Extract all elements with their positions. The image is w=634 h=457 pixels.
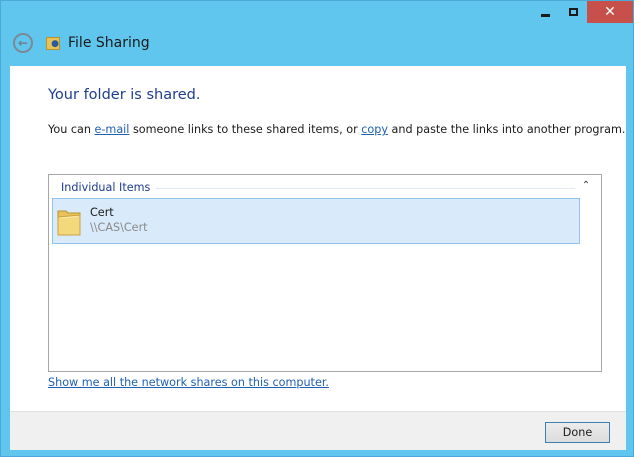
done-button[interactable]: Done: [545, 422, 610, 443]
title-bar-controls: ✕: [531, 1, 633, 23]
shared-items-list: Individual Items ⌃ Cert \\CAS\Cert: [48, 174, 602, 372]
back-arrow-icon: ←: [17, 36, 29, 50]
back-button[interactable]: ←: [13, 33, 33, 53]
item-path: \\CAS\Cert: [90, 221, 148, 234]
content-panel: Your folder is shared. You can e-mail so…: [10, 66, 626, 411]
close-button[interactable]: ✕: [587, 1, 633, 23]
description-middle: someone links to these shared items, or: [129, 123, 362, 136]
footer-bar: Done: [10, 411, 626, 450]
header-row: ← ● File Sharing: [13, 33, 150, 53]
chevron-up-icon[interactable]: ⌃: [579, 178, 593, 192]
network-shares-link[interactable]: Show me all the network shares on this c…: [48, 376, 329, 389]
description-text: You can e-mail someone links to these sh…: [48, 123, 625, 136]
description-prefix: You can: [48, 123, 95, 136]
file-sharing-icon: ●: [46, 35, 62, 51]
window-title: File Sharing: [68, 35, 150, 51]
minimize-button[interactable]: [531, 1, 559, 23]
description-suffix: and paste the links into another program…: [387, 123, 626, 136]
file-sharing-window: ✕ ← ● File Sharing Your folder is shared…: [0, 0, 634, 457]
maximize-icon: [568, 8, 578, 16]
group-header[interactable]: Individual Items: [61, 181, 157, 194]
close-icon: ✕: [604, 4, 616, 20]
item-name: Cert: [90, 206, 114, 219]
copy-link[interactable]: copy: [361, 123, 388, 136]
minimize-icon: [540, 13, 550, 17]
list-item[interactable]: Cert \\CAS\Cert: [52, 198, 580, 244]
maximize-button[interactable]: [559, 1, 587, 23]
folder-icon: [57, 210, 81, 236]
page-heading: Your folder is shared.: [48, 87, 201, 103]
email-link[interactable]: e-mail: [95, 123, 130, 136]
